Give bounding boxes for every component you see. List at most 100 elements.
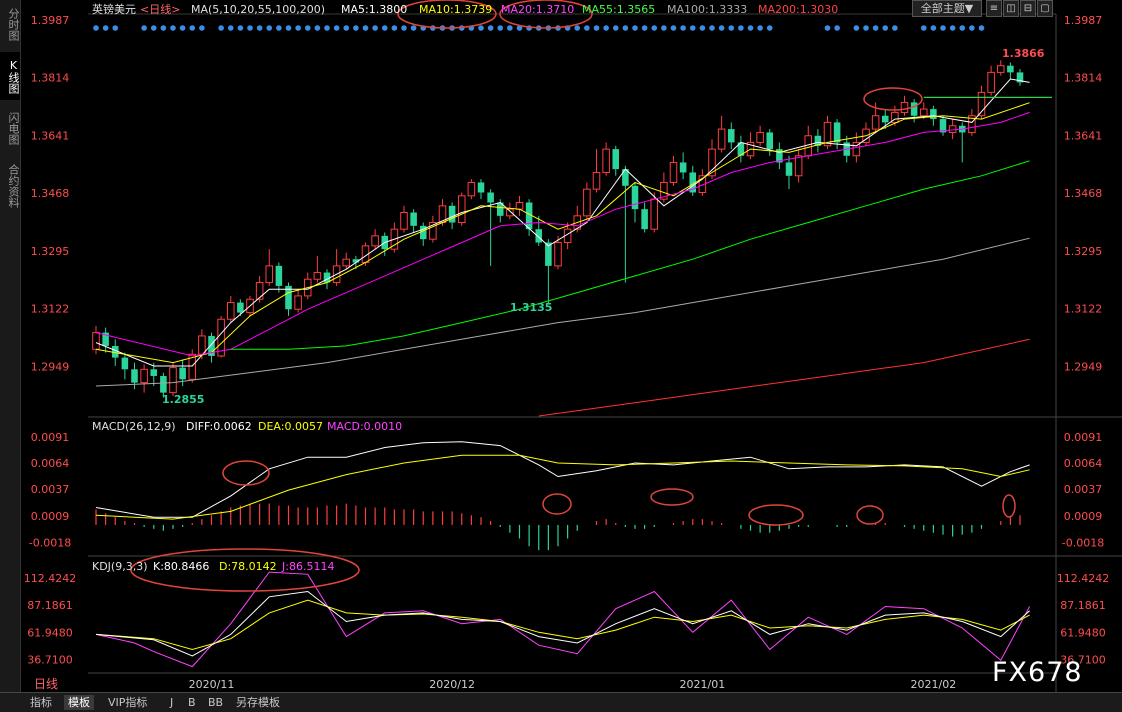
candle-body [900, 101, 909, 113]
candle [487, 189, 494, 266]
event-marker-dot [478, 25, 484, 31]
chart-area[interactable]: 1.3987 1.3987 1.3814 1.3814 1.3641 1.3641 1.34… [0, 0, 1122, 692]
event-marker-dot [102, 25, 109, 31]
markup-ellipse-macd-5 [856, 505, 884, 525]
price-tick-left: 1.2949 [31, 360, 70, 373]
ma-line-ma55 [230, 160, 1030, 350]
symbol-label: 英镑美元 [92, 2, 136, 16]
tab-bb[interactable]: BB [204, 695, 227, 710]
candle [698, 169, 707, 196]
candle [987, 65, 995, 96]
candle-body [919, 108, 928, 117]
topic-dropdown[interactable]: 全部主题▼ [912, 0, 982, 17]
event-marker-dot [622, 25, 629, 31]
candle-body [833, 122, 841, 143]
candle-body [717, 128, 726, 150]
markup-ellipse-macd-1 [222, 460, 270, 486]
candle-body [1007, 65, 1014, 73]
candle-body [871, 115, 880, 130]
macd-pane [95, 441, 1030, 551]
toolbar-button-1[interactable]: ≡ [986, 0, 1002, 17]
tab-indicator[interactable]: 指标 [26, 695, 56, 710]
candle-body [987, 71, 995, 93]
candle-body [554, 242, 562, 267]
event-marker-dot [314, 25, 321, 31]
event-marker-dot [391, 25, 398, 31]
event-marker-dot [150, 25, 157, 31]
tab-save-template[interactable]: 另存模板 [232, 695, 284, 710]
event-marker-dot [612, 25, 619, 31]
event-marker-dot [757, 25, 763, 31]
candle [140, 364, 148, 393]
candle [756, 125, 764, 146]
tab-b[interactable]: B [184, 695, 200, 710]
candle [641, 202, 648, 233]
candle-body [881, 115, 889, 123]
tab-j[interactable]: J [166, 695, 177, 710]
candle-body [794, 155, 803, 177]
high-label: 1.3866 [1002, 47, 1045, 60]
candle-body [140, 368, 148, 384]
event-marker-dot [930, 25, 937, 31]
event-marker-dot [747, 25, 754, 31]
candle [776, 142, 783, 170]
ma-line-ma5 [95, 78, 1030, 367]
macd-diff-line [95, 441, 1030, 518]
price-tick-left: 1.3987 [31, 14, 70, 27]
date-label: 2021/01 [680, 678, 726, 691]
candle [226, 295, 235, 323]
event-marker-dot [285, 25, 292, 31]
event-marker-dot [170, 25, 176, 31]
price-tick-right: 1.3814 [1064, 72, 1103, 85]
candle [794, 149, 803, 183]
macd-dea-label: DEA:0.0057 [258, 420, 323, 433]
toolbar-button-3[interactable]: ⊟ [1020, 0, 1036, 17]
ma200-label: MA200:1.3030 [758, 3, 838, 16]
candle [996, 60, 1005, 76]
event-marker-dot [199, 25, 205, 31]
markup-ellipse-macd-4 [748, 504, 804, 526]
candle [265, 249, 274, 286]
kdj-pane [95, 571, 1031, 668]
watermark-logo: FX678 [992, 657, 1083, 688]
event-marker-dot [959, 25, 966, 31]
candle [689, 165, 697, 196]
candle-body [467, 181, 476, 197]
candle-body [477, 182, 485, 193]
price-tick-right: 1.3987 [1064, 14, 1103, 27]
candle-body [766, 132, 774, 150]
candle [814, 129, 822, 153]
candle [169, 362, 177, 396]
ma20-label: MA20:1.3710 [501, 3, 574, 16]
candle-body [255, 282, 264, 300]
event-marker-dot [949, 25, 956, 31]
candle [545, 239, 552, 305]
toolbar-button-4[interactable]: ▢ [1037, 0, 1053, 17]
candle [660, 172, 668, 203]
event-marker-dot [603, 25, 609, 31]
candle [554, 235, 562, 270]
candle-body [592, 171, 601, 190]
ma5-label: MA5:1.3800 [341, 3, 407, 16]
candle-body [506, 208, 514, 217]
annotation-layer: 1.3866 1.2855 1.3135 [130, 0, 1045, 592]
candle [592, 149, 601, 193]
event-marker-dot [728, 25, 735, 31]
candle [727, 122, 735, 150]
ma-line-ma200 [538, 338, 1030, 417]
tab-template[interactable]: 模板 [64, 695, 94, 710]
candle-body [930, 109, 937, 120]
candle-body [602, 148, 610, 173]
tab-daily[interactable]: 日线 [30, 677, 62, 692]
candle-body [612, 149, 620, 170]
price-tick-left: 1.3295 [31, 245, 70, 258]
candle [669, 155, 678, 186]
toolbar-button-2[interactable]: ◫ [1003, 0, 1019, 17]
candle [612, 145, 620, 176]
event-marker-dot [882, 25, 889, 31]
macd-tick-right: 0.0064 [1064, 457, 1103, 470]
event-marker-dot [353, 25, 359, 31]
candle [717, 115, 726, 153]
tab-vip-indicator[interactable]: VIP指标 [104, 695, 151, 710]
candle [622, 165, 629, 283]
